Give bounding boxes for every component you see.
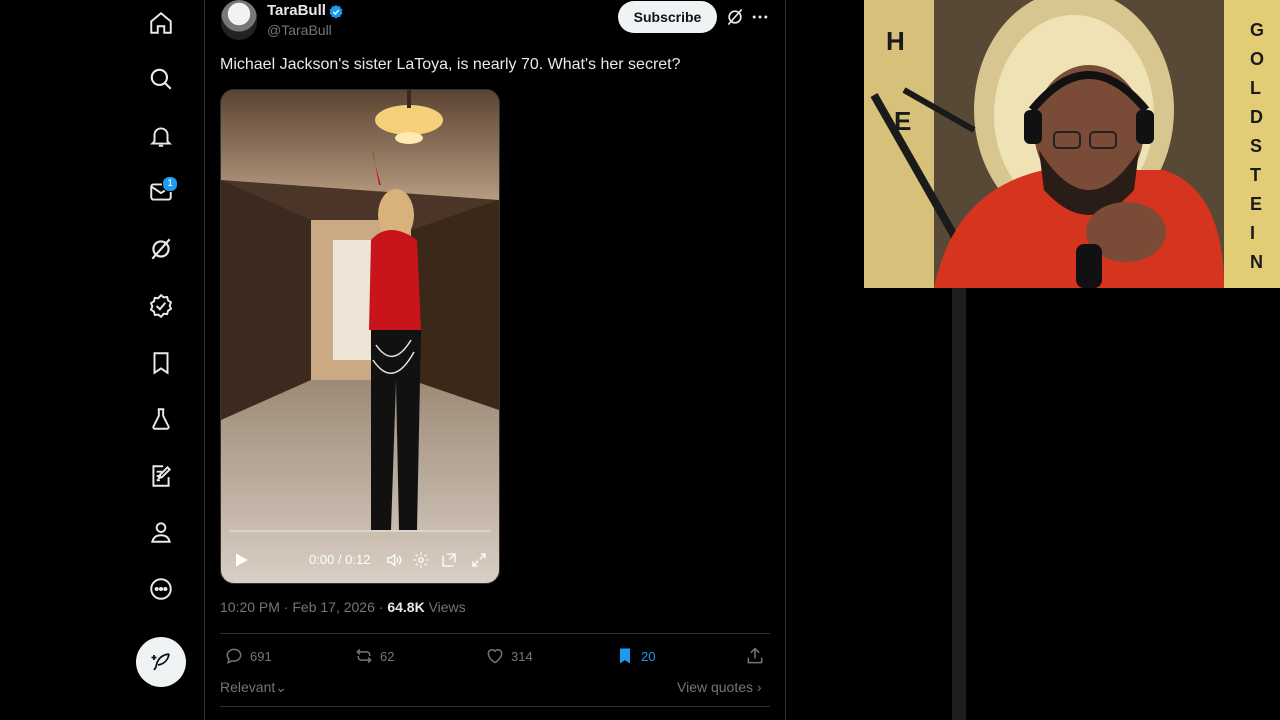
bookmark-button[interactable]: 20 [615,645,655,667]
tweet-text: Michael Jackson's sister LaToya, is near… [220,56,681,73]
more-nav-button[interactable] [133,567,189,611]
article-edit-icon [152,465,172,487]
compose-post-button[interactable] [136,637,186,687]
bookmark-filled-icon [620,648,630,664]
like-count: 314 [511,648,533,664]
notifications-nav-button[interactable] [133,114,189,158]
chevron-down-icon: ⌄ [275,679,287,695]
scrollbar-track[interactable] [952,288,966,720]
column-divider-left [204,0,205,720]
banner-letter-right: L [1250,78,1261,98]
divider [220,706,770,707]
reply-sort-label: Relevant [220,679,276,695]
tweet-timestamp[interactable]: 10:20 PM · Feb 17, 2026 · [220,599,387,615]
labs-nav-button[interactable] [133,397,189,441]
feather-plus-icon [151,653,170,671]
column-divider-right [785,0,786,720]
tweet-meta: 10:20 PM · Feb 17, 2026 · 64.8K Views [220,599,466,615]
settings-gear-icon[interactable] [412,551,430,569]
verified-check-icon [329,5,343,19]
webcam-overlay: H E G O L D S T E I N [864,0,1280,288]
bookmark-icon [153,352,169,375]
reply-button[interactable]: 691 [224,645,272,667]
view-quotes-label: View quotes [677,679,754,695]
banner-letter-right: G [1250,20,1264,40]
volume-icon[interactable] [385,551,403,569]
bookmark-count: 20 [641,648,656,664]
pip-icon[interactable] [440,551,458,569]
repost-button[interactable]: 62 [354,645,394,667]
reply-sort-dropdown[interactable]: Relevant⌄ [220,679,287,696]
views-label: Views [424,599,466,615]
person-icon [151,522,171,543]
play-icon[interactable] [231,550,251,570]
fullscreen-icon[interactable] [470,551,488,569]
more-circle-icon [150,578,172,600]
grok-icon[interactable] [725,7,745,27]
video-time: 0:00 / 0:12 [309,552,371,567]
profile-nav-button[interactable] [133,510,189,554]
view-quotes-link[interactable]: View quotes › [677,679,762,695]
grok-icon [151,238,171,260]
video-progress-bar[interactable] [229,530,491,532]
author-handle[interactable]: @TaraBull [267,22,332,38]
video-frame-image [221,90,499,583]
reply-count: 691 [250,648,272,664]
search-icon [150,68,172,90]
flask-icon [152,408,170,430]
divider [220,633,770,634]
bell-icon [149,127,173,147]
webcam-image: H E G O L D S T E I N [864,0,1280,288]
share-icon [747,647,763,664]
reply-icon [226,648,242,664]
messages-badge: 1 [162,176,178,192]
bookmarks-nav-button[interactable] [133,341,189,385]
verified-nav-button[interactable] [133,284,189,328]
verified-badge-icon [149,293,173,319]
author-avatar[interactable] [221,0,257,40]
chevron-right-icon: › [756,679,762,695]
heart-icon [487,649,503,664]
views-count: 64.8K [387,599,425,615]
banner-letter-right: O [1250,49,1264,69]
home-nav-button[interactable] [133,1,189,45]
explore-nav-button[interactable] [133,57,189,101]
articles-nav-button[interactable] [133,454,189,498]
repost-count: 62 [380,648,395,664]
banner-letter-right: D [1250,107,1263,127]
banner-letter-right: I [1250,223,1255,243]
repost-icon [356,648,372,664]
banner-letter-right: N [1250,252,1263,272]
share-button[interactable] [745,645,765,667]
banner-letter-right: E [1250,194,1262,214]
banner-letter-right: S [1250,136,1262,156]
more-horizontal-icon[interactable] [750,7,770,27]
subscribe-button[interactable]: Subscribe [618,1,717,33]
banner-letter-left: H [886,26,905,56]
messages-nav-button[interactable]: 1 [133,170,189,214]
author-name[interactable]: TaraBull [267,2,326,19]
banner-letter-left: E [894,106,911,136]
video-player[interactable]: 0:00 / 0:12 [220,89,500,584]
left-nav: 1 [133,0,189,720]
grok-nav-button[interactable] [133,227,189,271]
banner-letter-right: T [1250,165,1261,185]
home-icon [150,11,172,34]
like-button[interactable]: 314 [485,645,533,667]
